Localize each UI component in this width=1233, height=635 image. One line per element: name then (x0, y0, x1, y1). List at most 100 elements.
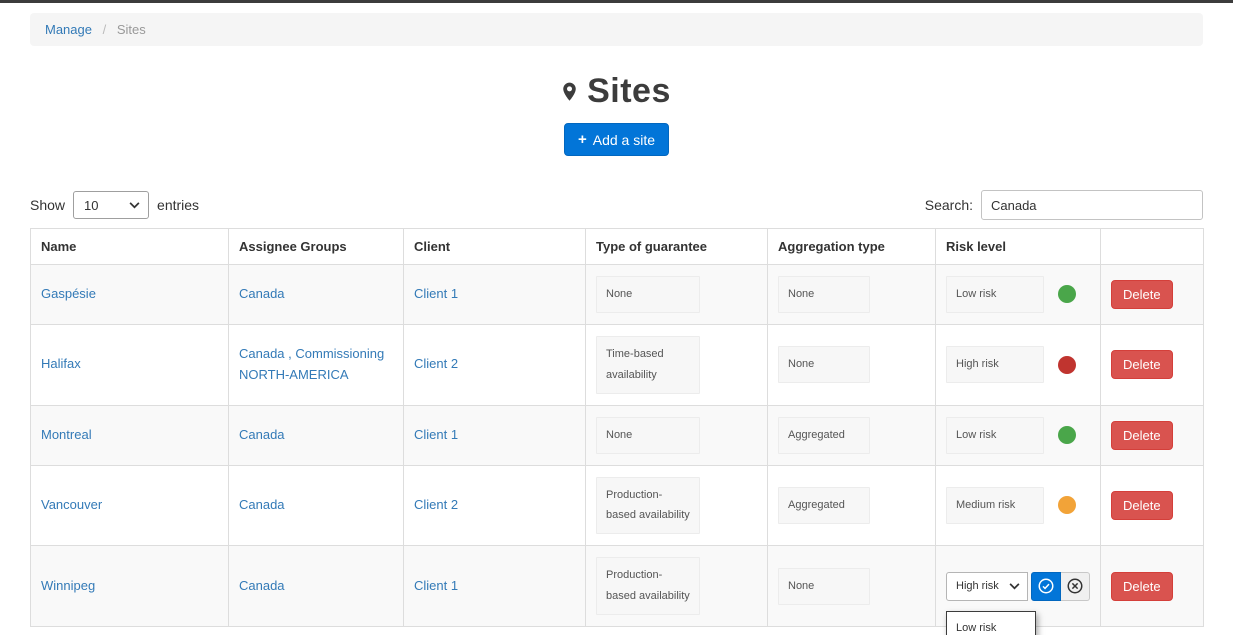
site-name-link[interactable]: Halifax (41, 356, 81, 371)
table-row: Gaspésie Canada Client 1 None None Low risk De… (31, 265, 1204, 325)
table-row: Winnipeg Canada Client 1 Production-based a… (31, 546, 1204, 627)
risk-indicator-dot (1058, 285, 1076, 303)
actions-cell: Delete (1101, 265, 1204, 325)
risk-level-dropdown: Low riskMedium riskHigh risk (946, 611, 1036, 635)
site-name-link[interactable]: Gaspésie (41, 286, 96, 301)
aggregation-cell: Aggregated (768, 405, 936, 465)
risk-level-cell: Medium risk (936, 465, 1101, 546)
add-site-button[interactable]: + Add a site (564, 123, 669, 156)
aggregation-cell: None (768, 265, 936, 325)
aggregation-value: None (778, 346, 870, 383)
column-header-assignee-groups: Assignee Groups (229, 229, 404, 265)
risk-level-value: High risk (946, 346, 1044, 383)
guarantee-value: Time-based availability (596, 336, 700, 394)
assignee-groups-cell: Canada (229, 405, 404, 465)
assignee-groups-link[interactable]: Canada (239, 427, 285, 442)
site-name-link[interactable]: Winnipeg (41, 578, 95, 593)
delete-button[interactable]: Delete (1111, 491, 1173, 520)
actions-cell: Delete (1101, 324, 1204, 405)
location-pin-icon (562, 82, 577, 102)
guarantee-value: Production-based availability (596, 557, 700, 615)
confirm-risk-button[interactable] (1031, 572, 1061, 601)
actions-cell: Delete (1101, 465, 1204, 546)
risk-level-cell: Low risk (936, 405, 1101, 465)
risk-indicator-dot (1058, 356, 1076, 374)
aggregation-value: None (778, 276, 870, 313)
risk-level-value: Low risk (946, 276, 1044, 313)
cancel-risk-button[interactable] (1061, 572, 1090, 601)
table-row: Vancouver Canada Client 2 Production-based … (31, 465, 1204, 546)
risk-level-cell: Low risk (936, 265, 1101, 325)
risk-level-display: Medium risk (946, 487, 1090, 524)
search-input[interactable] (981, 190, 1203, 220)
risk-level-cell: High risk (936, 324, 1101, 405)
check-circle-icon (1037, 577, 1055, 595)
assignee-groups-link[interactable]: Canada , Commissioning NORTH-AMERICA (239, 346, 384, 382)
plus-icon: + (578, 131, 587, 148)
name-cell: Montreal (31, 405, 229, 465)
chevron-down-icon (129, 202, 140, 209)
chevron-down-icon (1009, 583, 1020, 590)
client-cell: Client 1 (404, 546, 586, 627)
column-header-type-of-guarantee: Type of guarantee (586, 229, 768, 265)
delete-button[interactable]: Delete (1111, 350, 1173, 379)
delete-button[interactable]: Delete (1111, 572, 1173, 601)
risk-option-low-risk[interactable]: Low risk (947, 612, 1035, 635)
delete-button[interactable]: Delete (1111, 421, 1173, 450)
risk-indicator-dot (1058, 426, 1076, 444)
client-cell: Client 1 (404, 405, 586, 465)
aggregation-value: None (778, 568, 870, 605)
table-row: Montreal Canada Client 1 None Aggregated Low … (31, 405, 1204, 465)
risk-level-select-value: High risk (956, 580, 999, 592)
column-header-client: Client (404, 229, 586, 265)
guarantee-value: None (596, 417, 700, 454)
column-header-name: Name (31, 229, 229, 265)
table-row: Halifax Canada , Commissioning NORTH-AMER… (31, 324, 1204, 405)
sites-table: NameAssignee GroupsClientType of guarant… (30, 228, 1204, 627)
risk-level-select[interactable]: High risk (946, 572, 1028, 601)
guarantee-cell: None (586, 265, 768, 325)
delete-button[interactable]: Delete (1111, 280, 1173, 309)
actions-cell: Delete (1101, 546, 1204, 627)
breadcrumb-separator: / (103, 22, 107, 37)
aggregation-cell: None (768, 546, 936, 627)
page-size-select[interactable]: 10 (73, 191, 149, 219)
name-cell: Vancouver (31, 465, 229, 546)
client-link[interactable]: Client 1 (414, 578, 458, 593)
client-cell: Client 1 (404, 265, 586, 325)
risk-level-display: Low risk (946, 276, 1090, 313)
breadcrumb-current: Sites (117, 22, 146, 37)
client-link[interactable]: Client 1 (414, 286, 458, 301)
aggregation-cell: Aggregated (768, 465, 936, 546)
client-link[interactable]: Client 2 (414, 497, 458, 512)
table-header-row: NameAssignee GroupsClientType of guarant… (31, 229, 1204, 265)
assignee-groups-link[interactable]: Canada (239, 578, 285, 593)
actions-cell: Delete (1101, 405, 1204, 465)
client-link[interactable]: Client 2 (414, 356, 458, 371)
page-title: Sites (587, 72, 671, 111)
assignee-groups-cell: Canada (229, 265, 404, 325)
aggregation-value: Aggregated (778, 487, 870, 524)
breadcrumb: Manage / Sites (30, 13, 1203, 46)
x-circle-icon (1066, 577, 1084, 595)
client-cell: Client 2 (404, 324, 586, 405)
guarantee-cell: Production-based availability (586, 546, 768, 627)
show-label: Show (30, 197, 65, 213)
column-header-aggregation-type: Aggregation type (768, 229, 936, 265)
assignee-groups-cell: Canada (229, 465, 404, 546)
risk-level-value: Low risk (946, 417, 1044, 454)
client-link[interactable]: Client 1 (414, 427, 458, 442)
risk-indicator-dot (1058, 496, 1076, 514)
site-name-link[interactable]: Montreal (41, 427, 92, 442)
risk-level-display: Low risk (946, 417, 1090, 454)
assignee-groups-cell: Canada (229, 546, 404, 627)
risk-level-display: High risk (946, 346, 1090, 383)
site-name-link[interactable]: Vancouver (41, 497, 102, 512)
column-header-actions (1101, 229, 1204, 265)
guarantee-cell: Production-based availability (586, 465, 768, 546)
page-size-value: 10 (84, 198, 98, 213)
assignee-groups-link[interactable]: Canada (239, 286, 285, 301)
top-navbar-edge (0, 0, 1233, 3)
breadcrumb-manage-link[interactable]: Manage (45, 22, 92, 37)
assignee-groups-link[interactable]: Canada (239, 497, 285, 512)
